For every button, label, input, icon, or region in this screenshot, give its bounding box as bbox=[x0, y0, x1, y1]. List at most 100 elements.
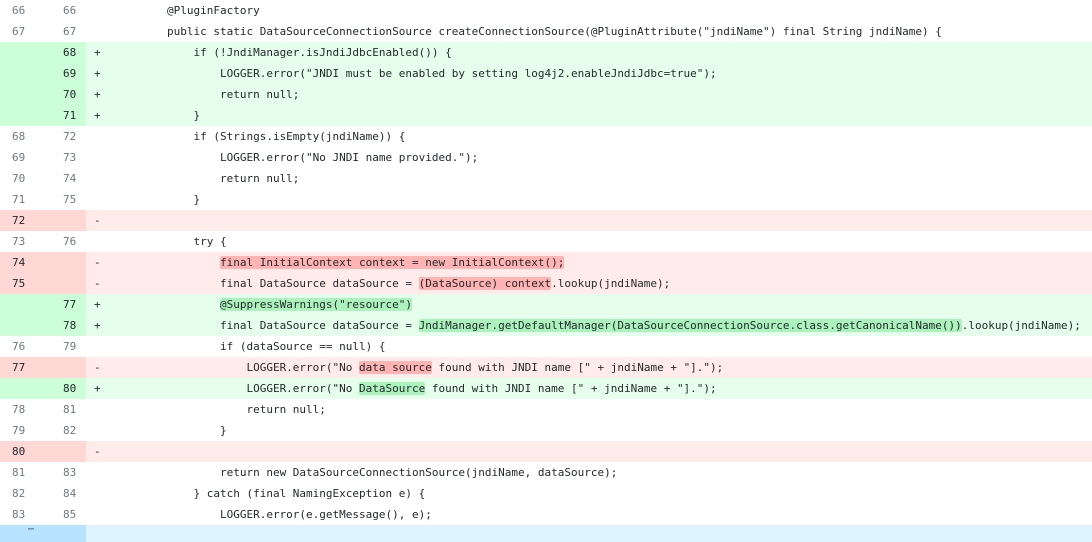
new-line-number[interactable]: 66 bbox=[43, 0, 86, 21]
code-text bbox=[114, 441, 1092, 462]
diff-sign: + bbox=[86, 42, 114, 63]
new-line-number[interactable] bbox=[43, 252, 86, 273]
old-line-number[interactable] bbox=[0, 105, 43, 126]
old-line-number[interactable]: 66 bbox=[0, 0, 43, 21]
changed-text-highlight: JndiManager.getDefaultManager(DataSource… bbox=[418, 319, 962, 332]
context-line: 76 79 if (dataSource == null) { bbox=[0, 336, 1092, 357]
old-line-number[interactable] bbox=[0, 378, 43, 399]
new-line-number[interactable]: 85 bbox=[43, 504, 86, 525]
code-text: if (!JndiManager.isJndiJdbcEnabled()) { bbox=[114, 42, 1092, 63]
context-line: 67 67 public static DataSourceConnectionS… bbox=[0, 21, 1092, 42]
new-line-number[interactable]: 82 bbox=[43, 420, 86, 441]
new-line-number[interactable]: 72 bbox=[43, 126, 86, 147]
old-line-number[interactable]: 73 bbox=[0, 231, 43, 252]
old-line-number[interactable]: 69 bbox=[0, 147, 43, 168]
diff-sign: + bbox=[86, 294, 114, 315]
changed-text-highlight: final InitialContext context = new Initi… bbox=[219, 256, 565, 269]
old-line-number[interactable]: 77 bbox=[0, 357, 43, 378]
code-segment: LOGGER.error("No bbox=[114, 361, 360, 374]
old-line-number[interactable]: 83 bbox=[0, 504, 43, 525]
diff-view: 66 66 @PluginFactory 67 67 public static Da… bbox=[0, 0, 1092, 542]
code-text: @PluginFactory bbox=[114, 4, 260, 17]
context-line: 66 66 @PluginFactory bbox=[0, 0, 1092, 21]
diff-sign bbox=[86, 483, 114, 504]
diff-sign bbox=[86, 126, 114, 147]
new-line-number[interactable]: 71 bbox=[43, 105, 86, 126]
changed-text-highlight: DataSource bbox=[359, 382, 426, 395]
diff-sign bbox=[86, 168, 114, 189]
context-line: 81 83 return new DataSourceConnectionSour… bbox=[0, 462, 1092, 483]
old-line-number[interactable]: 72 bbox=[0, 210, 43, 231]
old-line-number[interactable] bbox=[0, 63, 43, 84]
diff-sign: + bbox=[86, 84, 114, 105]
old-line-number[interactable]: 82 bbox=[0, 483, 43, 504]
code-segment: final DataSource dataSource = bbox=[114, 277, 419, 290]
new-line-number[interactable]: 83 bbox=[43, 462, 86, 483]
new-line-number[interactable]: 74 bbox=[43, 168, 86, 189]
old-line-number[interactable]: 79 bbox=[0, 420, 43, 441]
new-line-number[interactable]: 81 bbox=[43, 399, 86, 420]
old-line-number[interactable] bbox=[0, 84, 43, 105]
code-text: try { bbox=[114, 235, 227, 248]
diff-sign bbox=[86, 336, 114, 357]
added-line: 77 + @SuppressWarnings("resource") bbox=[0, 294, 1092, 315]
old-line-number[interactable]: 68 bbox=[0, 126, 43, 147]
new-line-number[interactable] bbox=[43, 441, 86, 462]
new-line-number[interactable]: 70 bbox=[43, 84, 86, 105]
code-text bbox=[114, 210, 1092, 231]
old-line-number[interactable]: 80 bbox=[0, 441, 43, 462]
old-line-number[interactable]: 78 bbox=[0, 399, 43, 420]
context-line: 68 72 if (Strings.isEmpty(jndiName)) { bbox=[0, 126, 1092, 147]
added-line: 78 + final DataSource dataSource = JndiMa… bbox=[0, 315, 1092, 336]
code-text: if (Strings.isEmpty(jndiName)) { bbox=[114, 130, 406, 143]
code-text: return null; bbox=[114, 84, 1092, 105]
context-line: 83 85 LOGGER.error(e.getMessage(), e); bbox=[0, 504, 1092, 525]
new-line-number[interactable]: 84 bbox=[43, 483, 86, 504]
added-line: 68 + if (!JndiManager.isJndiJdbcEnabled()… bbox=[0, 42, 1092, 63]
new-line-number[interactable]: 79 bbox=[43, 336, 86, 357]
diff-sign: - bbox=[86, 357, 114, 378]
added-line: 80 + LOGGER.error("No DataSource found wi… bbox=[0, 378, 1092, 399]
old-line-number[interactable] bbox=[0, 42, 43, 63]
context-line: 69 73 LOGGER.error("No JNDI name provided… bbox=[0, 147, 1092, 168]
code-segment: .lookup(jndiName); bbox=[961, 319, 1081, 332]
old-line-number[interactable]: 74 bbox=[0, 252, 43, 273]
added-line: 69 + LOGGER.error("JNDI must be enabled b… bbox=[0, 63, 1092, 84]
old-line-number[interactable]: 71 bbox=[0, 189, 43, 210]
old-line-number[interactable]: 67 bbox=[0, 21, 43, 42]
old-line-number[interactable]: 70 bbox=[0, 168, 43, 189]
added-line: 71 + } bbox=[0, 105, 1092, 126]
old-line-number[interactable] bbox=[0, 294, 43, 315]
new-line-number[interactable] bbox=[43, 357, 86, 378]
old-line-number[interactable]: 75 bbox=[0, 273, 43, 294]
code-text: } catch (final NamingException e) { bbox=[114, 487, 426, 500]
new-line-number[interactable]: 67 bbox=[43, 21, 86, 42]
code-text: if (dataSource == null) { bbox=[114, 340, 386, 353]
new-line-number[interactable]: 80 bbox=[43, 378, 86, 399]
new-line-number[interactable] bbox=[43, 210, 86, 231]
context-line: 70 74 return null; bbox=[0, 168, 1092, 189]
code-text: return null; bbox=[114, 172, 300, 185]
changed-text-highlight: data source bbox=[359, 361, 432, 374]
new-line-number[interactable]: 73 bbox=[43, 147, 86, 168]
context-line: 82 84 } catch (final NamingException e) { bbox=[0, 483, 1092, 504]
old-line-number[interactable] bbox=[0, 315, 43, 336]
old-line-number[interactable]: 81 bbox=[0, 462, 43, 483]
old-line-number[interactable]: 76 bbox=[0, 336, 43, 357]
code-text: } bbox=[114, 424, 227, 437]
code-text: } bbox=[114, 105, 1092, 126]
new-line-number[interactable]: 68 bbox=[43, 42, 86, 63]
code-text: public static DataSourceConnectionSource… bbox=[114, 25, 942, 38]
new-line-number[interactable] bbox=[43, 273, 86, 294]
new-line-number[interactable]: 77 bbox=[43, 294, 86, 315]
diff-sign: + bbox=[86, 105, 114, 126]
expand-lines-row[interactable]: ⋯ bbox=[0, 525, 1092, 542]
new-line-number[interactable]: 69 bbox=[43, 63, 86, 84]
new-line-number[interactable]: 76 bbox=[43, 231, 86, 252]
new-line-number[interactable]: 75 bbox=[43, 189, 86, 210]
code-text: LOGGER.error("No JNDI name provided."); bbox=[114, 151, 479, 164]
expand-down-icon[interactable]: ⋯ bbox=[0, 525, 86, 542]
code-text: } bbox=[114, 193, 201, 206]
new-line-number[interactable]: 78 bbox=[43, 315, 86, 336]
